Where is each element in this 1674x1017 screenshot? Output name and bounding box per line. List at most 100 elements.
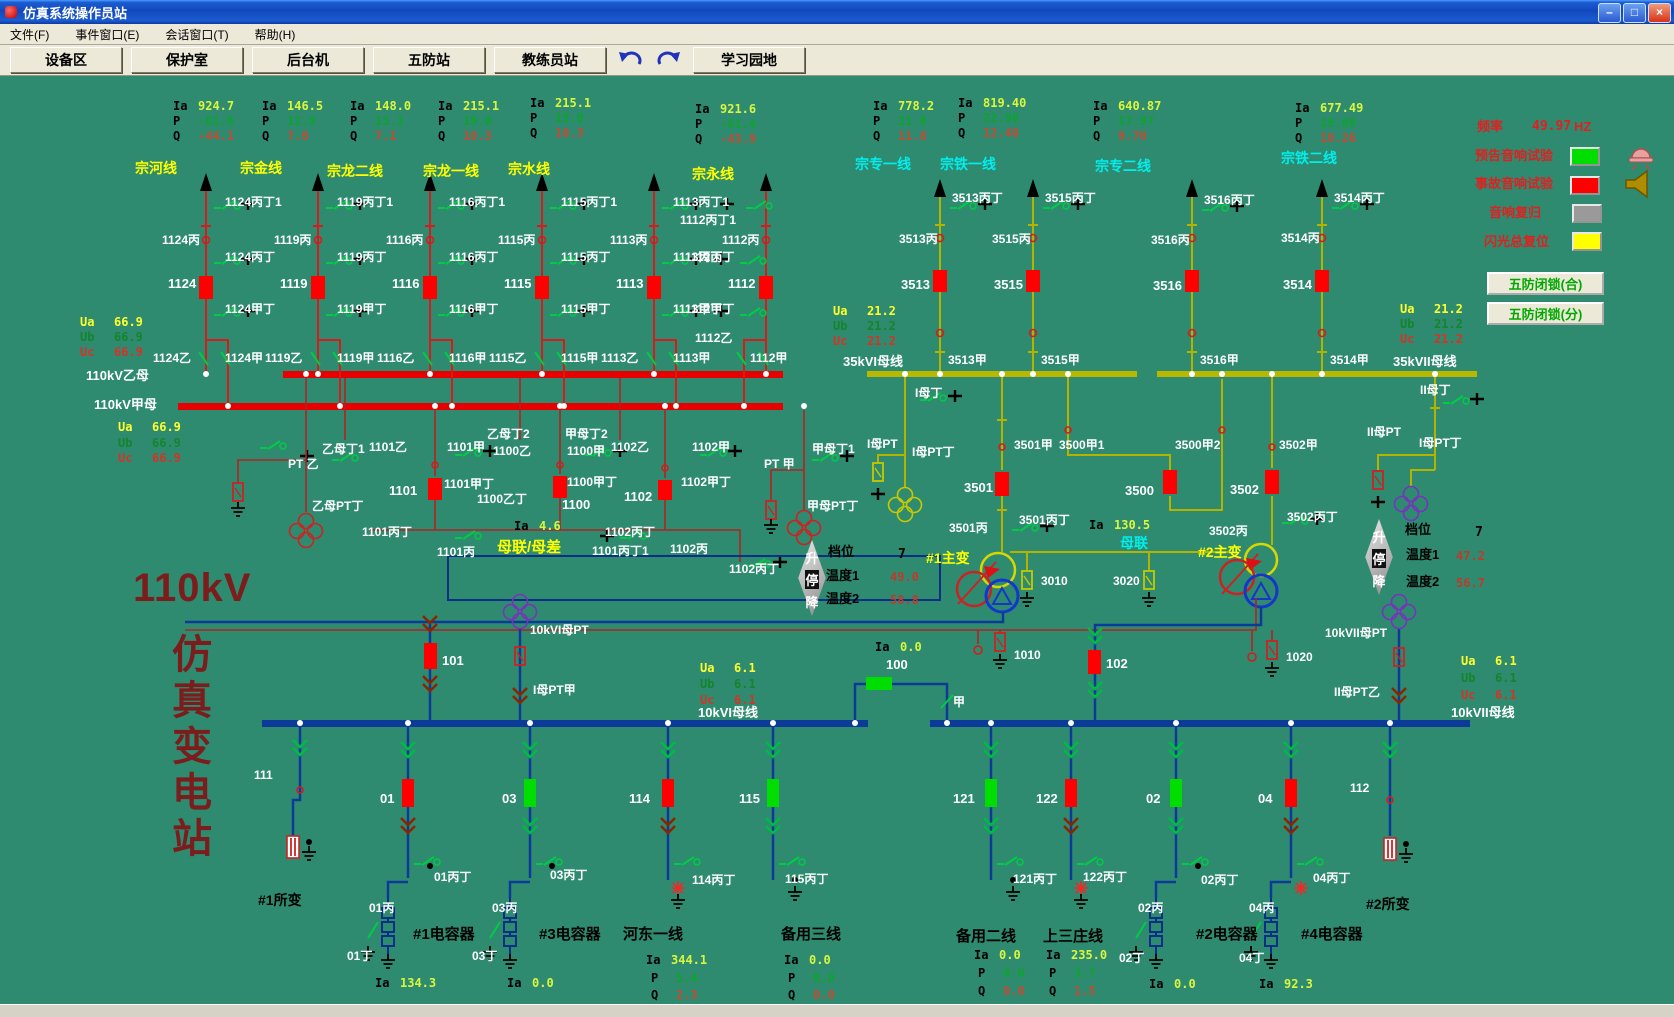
breaker-1116[interactable] — [423, 276, 437, 299]
switch-label[interactable]: 1119甲 — [337, 352, 374, 365]
switch-label[interactable]: 3502丙丁 — [1287, 511, 1338, 524]
switch-label[interactable]: I母PT甲 — [533, 684, 576, 697]
switch-label[interactable]: II母PT乙 — [1334, 686, 1380, 699]
protection-room-button[interactable]: 保护室 — [131, 47, 243, 73]
feeder-name[interactable]: 宗水线 — [508, 163, 550, 176]
breaker-1100[interactable] — [553, 476, 567, 498]
switch-label[interactable]: 03丙 — [492, 902, 517, 915]
switch-label[interactable]: 1124丙丁 — [225, 251, 275, 264]
switch-label[interactable]: 1124甲 — [225, 352, 263, 365]
switch-label[interactable]: 3501甲 — [1014, 439, 1053, 452]
breaker-3516[interactable] — [1185, 270, 1199, 292]
switch-label[interactable]: 3020 — [1113, 575, 1140, 588]
breaker-02[interactable] — [1170, 779, 1182, 807]
menu-event-window[interactable]: 事件窗口(E) — [75, 26, 139, 43]
switch-label[interactable]: 甲母丁1 — [812, 443, 855, 456]
switch-label[interactable]: 1101丙丁 — [362, 526, 412, 539]
switch-label[interactable]: 1102丙 — [670, 543, 708, 556]
switch-label[interactable]: 1112乙 — [695, 332, 732, 345]
undo-icon[interactable] — [615, 49, 645, 71]
feeder-name[interactable]: 宗专二线 — [1095, 160, 1151, 173]
breaker-3500[interactable] — [1163, 470, 1177, 494]
switch-label[interactable]: 3514丙 — [1281, 232, 1320, 245]
breaker-01[interactable] — [402, 779, 414, 807]
tap-stop-button[interactable]: 停 — [1372, 549, 1386, 568]
switch-label[interactable]: 1124丙 — [162, 234, 200, 247]
learning-garden-button[interactable]: 学习园地 — [693, 47, 805, 73]
switch-label[interactable]: 1112甲 — [750, 352, 787, 365]
breaker-label[interactable]: 3501 — [964, 481, 993, 494]
switch-label[interactable]: 乙母丁1 — [322, 443, 365, 456]
breaker-label[interactable]: 100 — [886, 658, 908, 671]
tap-down-button[interactable]: 降 — [1372, 571, 1386, 590]
breaker-label[interactable]: 03 — [502, 792, 516, 805]
switch-label[interactable]: 1101甲 — [447, 441, 485, 454]
switch-label[interactable]: 3515丙丁 — [1045, 192, 1096, 205]
breaker-label[interactable]: 1112 — [728, 277, 756, 290]
breaker-label[interactable]: 1115 — [504, 277, 532, 290]
breaker-label[interactable]: 122 — [1036, 792, 1058, 805]
switch-label[interactable]: 1100甲丁 — [567, 476, 617, 489]
breaker-115[interactable] — [767, 779, 779, 807]
breaker-label[interactable]: 121 — [953, 792, 975, 805]
breaker-label[interactable]: 1102 — [624, 490, 652, 503]
feeder-name[interactable]: 河东一线 — [623, 928, 683, 941]
speaker-icon[interactable] — [1626, 171, 1647, 197]
switch-label[interactable]: 3513丙丁 — [952, 192, 1003, 205]
feeder-name[interactable]: 上三庄线 — [1043, 930, 1103, 943]
device-area-button[interactable]: 设备区 — [10, 47, 122, 73]
switch-label[interactable]: 1113甲 — [673, 352, 710, 365]
breaker-label[interactable]: 1119 — [280, 277, 308, 290]
switch-label[interactable]: 1101甲丁 — [444, 478, 494, 491]
switch-label[interactable]: 03丁 — [472, 950, 497, 963]
switch-label[interactable]: 03丙丁 — [550, 869, 587, 882]
switch-label[interactable]: 1102乙 — [611, 441, 649, 454]
maximize-button[interactable]: □ — [1623, 3, 1646, 23]
fault-alarm-test-button[interactable] — [1570, 176, 1600, 195]
switch-label[interactable]: 1101丙 — [437, 546, 475, 559]
breaker-102[interactable] — [1088, 650, 1101, 674]
switch-label[interactable]: 甲母PT丁 — [807, 500, 858, 513]
switch-label[interactable]: I母丁 — [915, 387, 942, 400]
breaker-label[interactable]: 02 — [1146, 792, 1160, 805]
switch-label[interactable]: 1124甲丁 — [225, 303, 275, 316]
switch-label[interactable]: 1113乙 — [601, 352, 638, 365]
switch-label[interactable]: 114丙丁 — [692, 874, 735, 887]
breaker-label[interactable]: 1101 — [389, 484, 417, 497]
minimize-button[interactable]: – — [1598, 3, 1621, 23]
tap-down-button[interactable]: 降 — [805, 592, 819, 611]
breaker-3515[interactable] — [1026, 270, 1040, 292]
breaker-label[interactable]: 1116 — [392, 277, 420, 290]
switch-label[interactable]: 甲母丁2 — [565, 428, 608, 441]
switch-label[interactable]: II母PT — [1367, 426, 1401, 439]
switch-label[interactable]: PT 乙 — [288, 458, 319, 471]
switch-label[interactable]: 1115甲 — [561, 352, 598, 365]
switch-label[interactable]: 04丙 — [1249, 902, 1274, 915]
switch-label[interactable]: 112 — [1350, 782, 1369, 795]
breaker-1112[interactable] — [759, 276, 773, 299]
switch-label[interactable]: 1115丙丁 — [561, 251, 610, 264]
feeder-name[interactable]: 宗河线 — [135, 162, 177, 175]
switch-label[interactable]: 乙母丁2 — [487, 428, 530, 441]
backend-machine-button[interactable]: 后台机 — [252, 47, 364, 73]
breaker-3502[interactable] — [1265, 470, 1279, 494]
pre-alarm-test-button[interactable] — [1570, 147, 1600, 166]
tap-up-button[interactable]: 升 — [805, 548, 819, 567]
breaker-label[interactable]: 3500 — [1125, 484, 1154, 497]
switch-label[interactable]: 1119甲丁 — [337, 303, 386, 316]
switch-label[interactable]: 1115甲丁 — [561, 303, 610, 316]
switch-label[interactable]: 1102丙丁 — [605, 526, 655, 539]
switch-label[interactable]: 3501丙 — [949, 522, 988, 535]
breaker-122[interactable] — [1065, 779, 1077, 807]
switch-label[interactable]: 3513丙 — [899, 233, 938, 246]
breaker-3513[interactable] — [933, 270, 947, 292]
breaker-label[interactable]: 3516 — [1153, 279, 1182, 292]
switch-label[interactable]: 1116丙 — [386, 234, 423, 247]
breaker-04[interactable] — [1285, 779, 1297, 807]
switch-label[interactable]: 01丙丁 — [434, 871, 471, 884]
switch-label[interactable]: 1100乙 — [493, 445, 531, 458]
switch-label[interactable]: 1101乙 — [369, 441, 407, 454]
switch-label[interactable]: 02丙 — [1138, 902, 1163, 915]
title-bar[interactable]: 仿真系统操作员站 – □ × — [0, 0, 1674, 24]
switch-label[interactable]: 1112甲丁 — [685, 303, 734, 316]
